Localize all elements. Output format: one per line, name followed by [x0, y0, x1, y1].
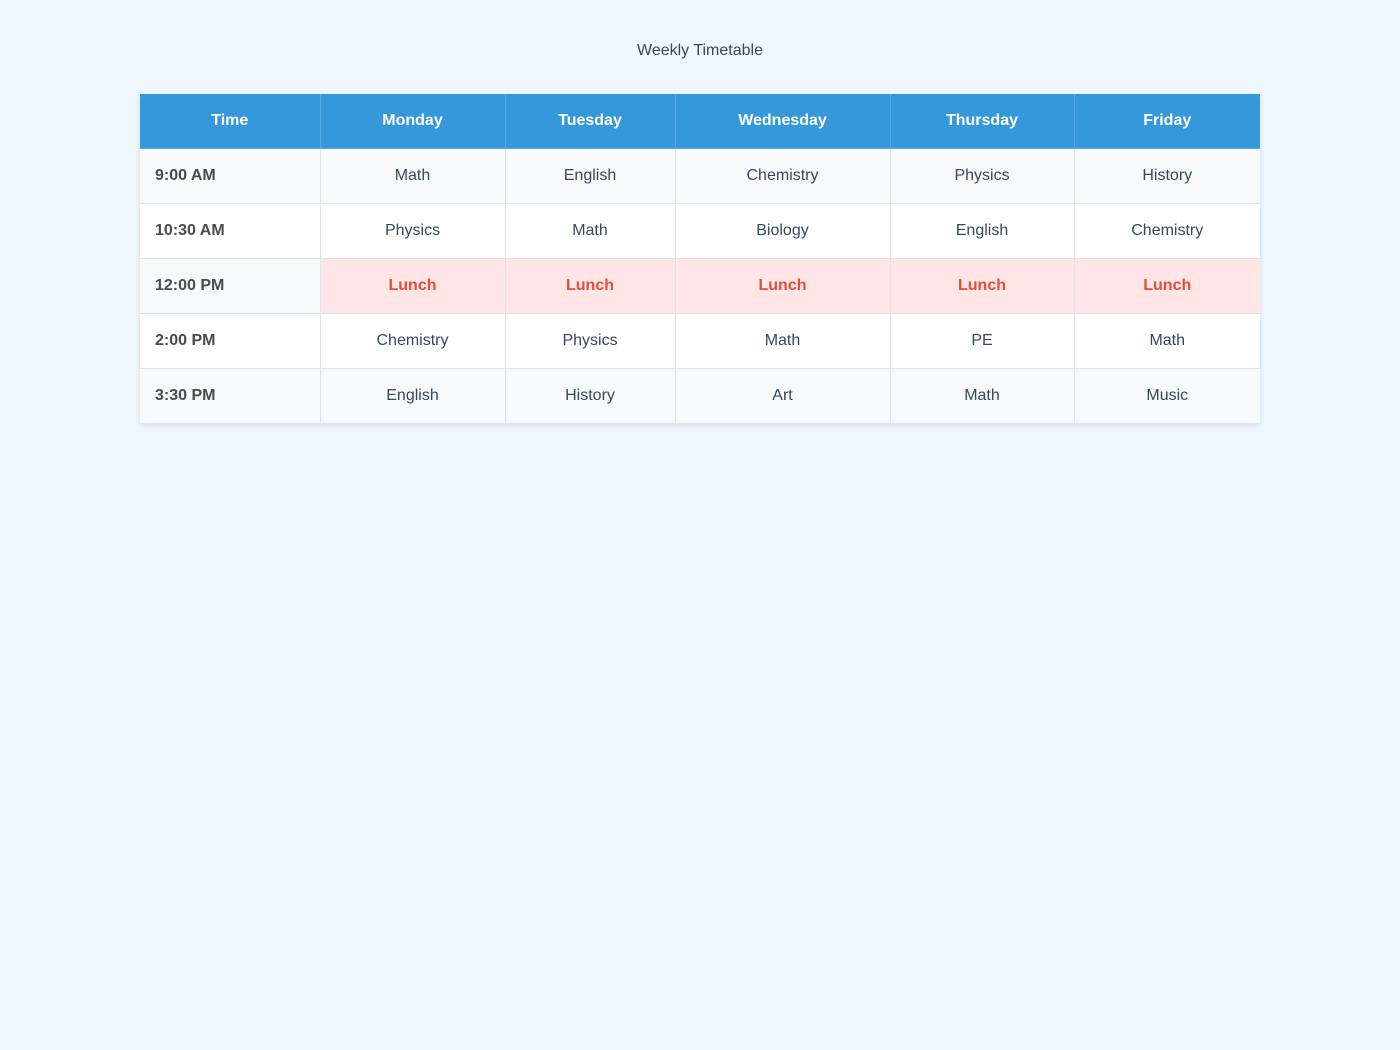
class-cell: English — [319, 368, 506, 423]
column-header-thursday: Thursday — [889, 94, 1075, 149]
lunch-cell: Lunch — [504, 258, 676, 314]
class-cell: History — [1073, 148, 1260, 204]
time-cell: 3:30 PM — [140, 368, 321, 423]
class-cell: Physics — [504, 313, 676, 369]
table-row: 2:00 PM Chemistry Physics Math PE Math — [140, 313, 1260, 369]
timetable-container: Time Monday Tuesday Wednesday Thursday F… — [140, 94, 1260, 423]
time-cell: 2:00 PM — [140, 313, 321, 369]
class-cell: English — [504, 148, 676, 204]
table-row-lunch: 12:00 PM Lunch Lunch Lunch Lunch Lunch — [140, 258, 1260, 314]
class-cell: Chemistry — [1073, 203, 1260, 259]
table-row: 3:30 PM English History Art Math Music — [140, 368, 1260, 423]
lunch-cell: Lunch — [889, 258, 1075, 314]
class-cell: Physics — [319, 203, 506, 259]
class-cell: Physics — [889, 148, 1075, 204]
class-cell: Math — [889, 368, 1075, 423]
class-cell: Music — [1073, 368, 1260, 423]
timetable: Time Monday Tuesday Wednesday Thursday F… — [140, 94, 1260, 423]
column-header-friday: Friday — [1073, 94, 1260, 149]
class-cell: Chemistry — [674, 148, 891, 204]
class-cell: Math — [319, 148, 506, 204]
class-cell: Biology — [674, 203, 891, 259]
table-row: 10:30 AM Physics Math Biology English Ch… — [140, 203, 1260, 259]
class-cell: History — [504, 368, 676, 423]
table-row: 9:00 AM Math English Chemistry Physics H… — [140, 148, 1260, 204]
class-cell: Math — [674, 313, 891, 369]
class-cell: Math — [504, 203, 676, 259]
class-cell: PE — [889, 313, 1075, 369]
table-header-row: Time Monday Tuesday Wednesday Thursday F… — [140, 94, 1260, 149]
class-cell: Chemistry — [319, 313, 506, 369]
page-title: Weekly Timetable — [637, 42, 763, 59]
column-header-wednesday: Wednesday — [674, 94, 891, 149]
column-header-tuesday: Tuesday — [504, 94, 676, 149]
class-cell: English — [889, 203, 1075, 259]
time-cell: 10:30 AM — [140, 203, 321, 259]
lunch-cell: Lunch — [674, 258, 891, 314]
lunch-cell: Lunch — [1073, 258, 1260, 314]
column-header-monday: Monday — [319, 94, 506, 149]
time-cell: 12:00 PM — [140, 258, 321, 314]
column-header-time: Time — [140, 94, 321, 149]
class-cell: Art — [674, 368, 891, 423]
class-cell: Math — [1073, 313, 1260, 369]
time-cell: 9:00 AM — [140, 148, 321, 204]
lunch-cell: Lunch — [319, 258, 506, 314]
